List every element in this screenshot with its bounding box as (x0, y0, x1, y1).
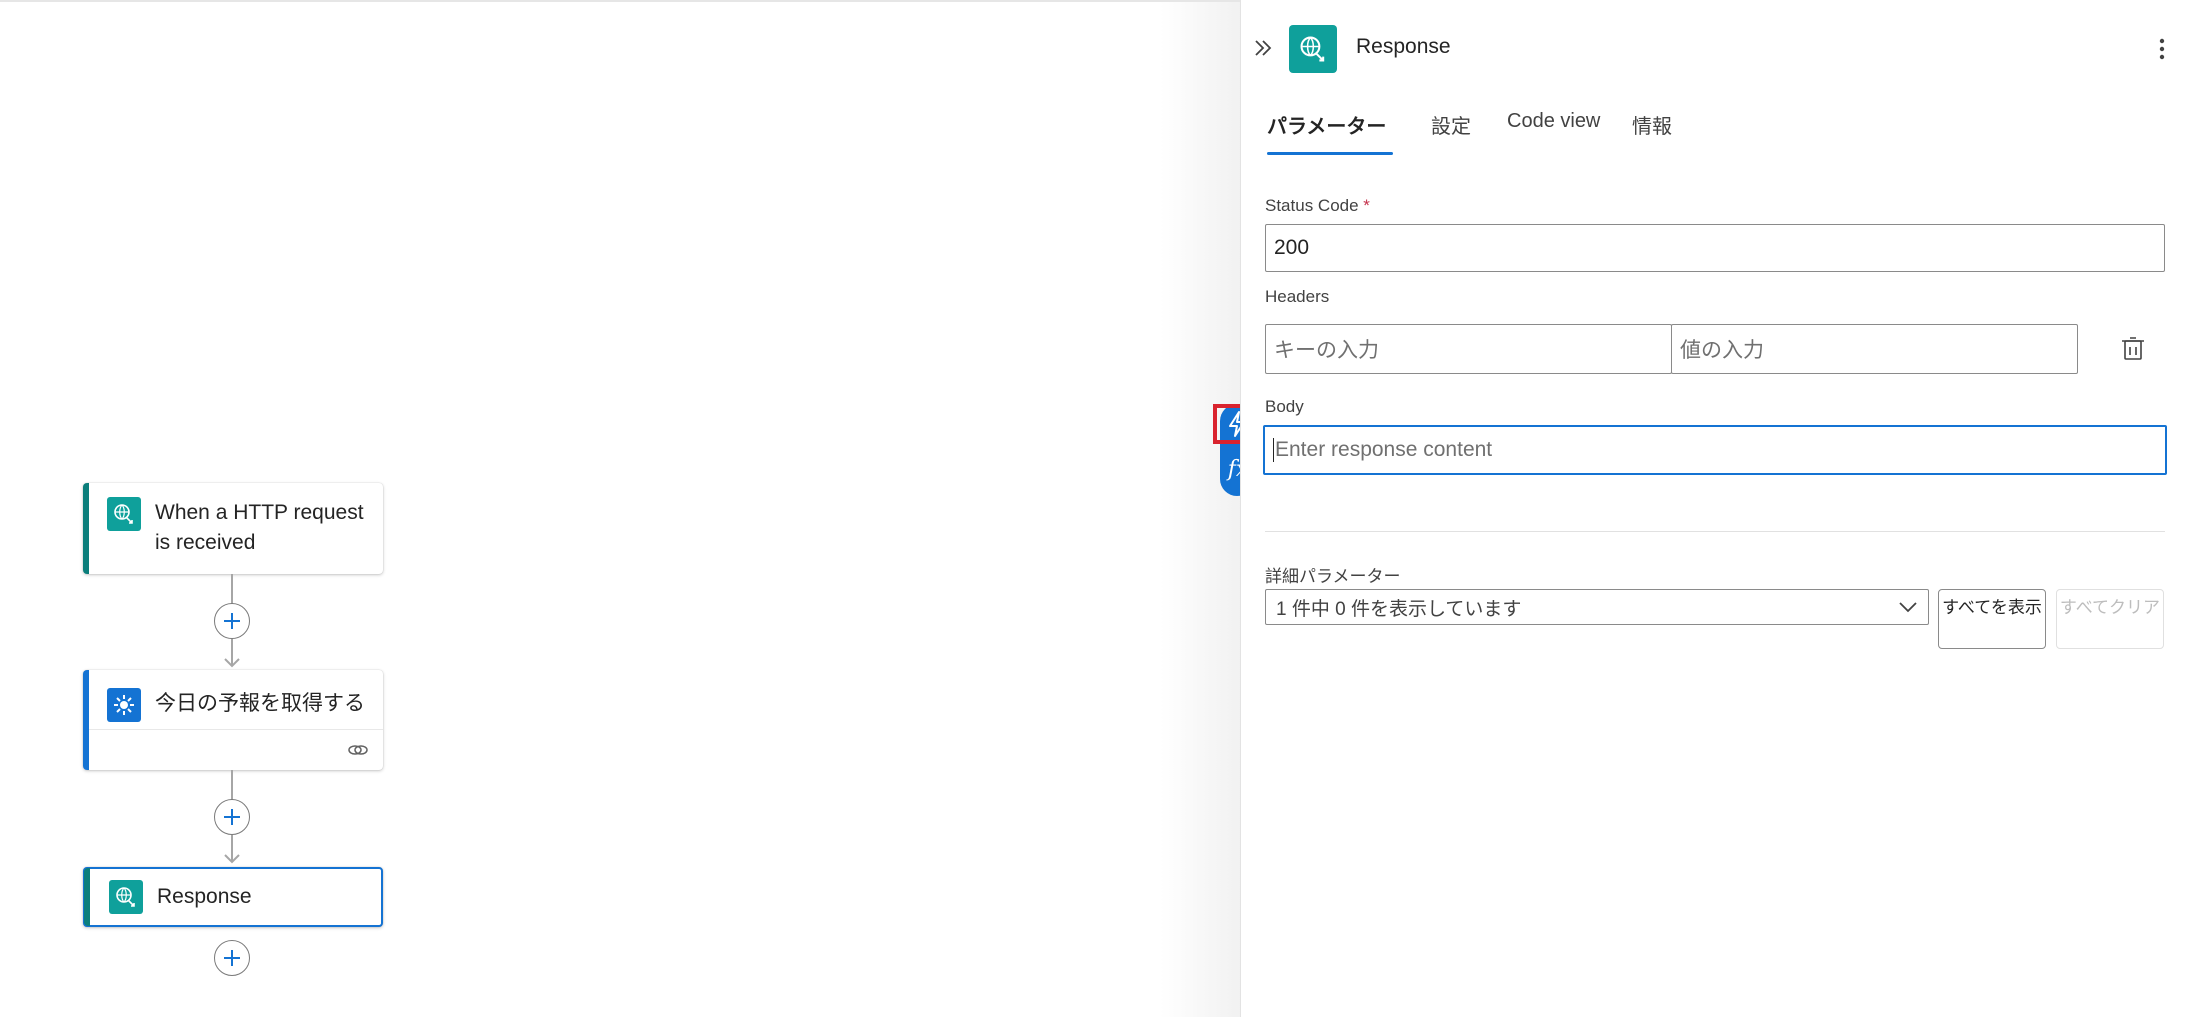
advanced-parameters-value: 1 件中 0 件を表示しています (1276, 598, 1522, 620)
action-node-weather[interactable]: 今日の予報を取得する (83, 670, 383, 770)
status-code-label: Status Code * (1265, 196, 1370, 216)
headers-label: Headers (1265, 287, 1330, 306)
canvas-top-border (0, 0, 1240, 2)
node-accent-bar (84, 868, 90, 926)
required-mark: * (1363, 196, 1370, 215)
tab-parameters[interactable]: パラメーター (1267, 110, 1386, 139)
plus-icon (224, 613, 240, 629)
node-accent-bar (83, 483, 89, 574)
section-divider (1265, 531, 2165, 532)
http-request-icon (107, 497, 141, 531)
arrow-down-icon (224, 658, 240, 668)
arrow-down-icon (224, 854, 240, 864)
body-label: Body (1265, 397, 1304, 416)
chevron-down-icon (1899, 602, 1917, 613)
http-request-icon (109, 880, 143, 914)
add-step-button[interactable] (214, 603, 250, 639)
header-value-input[interactable]: 値の入力 (1671, 324, 2078, 374)
show-all-button[interactable]: すべてを表示 (1938, 589, 2046, 649)
add-step-button[interactable] (214, 940, 250, 976)
advanced-parameters-label: 詳細パラメーター (1265, 567, 1401, 586)
more-options-icon[interactable] (2150, 36, 2174, 62)
body-placeholder: Enter response content (1275, 438, 1493, 461)
tab-about[interactable]: 情報 (1632, 110, 1672, 139)
status-code-label-text: Status Code (1265, 196, 1359, 215)
panel-shadow (1160, 0, 1240, 1017)
tab-code-view[interactable]: Code view (1507, 110, 1600, 133)
node-title: Response (157, 885, 252, 908)
node-title: When a HTTP request is received (155, 501, 364, 554)
collapse-panel-icon[interactable] (1251, 36, 1275, 60)
node-divider (89, 729, 383, 730)
text-caret (1273, 438, 1274, 462)
node-title: 今日の予報を取得する (155, 692, 365, 715)
header-key-input[interactable]: キーの入力 (1265, 324, 1672, 374)
add-step-button[interactable] (214, 799, 250, 835)
body-input[interactable]: Enter response content (1263, 425, 2167, 475)
weather-sun-icon (107, 688, 141, 722)
status-code-input[interactable]: 200 (1265, 224, 2165, 272)
plus-icon (224, 950, 240, 966)
tab-settings[interactable]: 設定 (1431, 110, 1471, 139)
action-node-response[interactable]: Response (83, 867, 383, 927)
active-tab-indicator (1267, 152, 1393, 155)
action-details-panel: Response パラメーター 設定 Code view 情報 Status C… (1240, 0, 2188, 1017)
trigger-node-http-request[interactable]: When a HTTP request is received (83, 483, 383, 574)
header-key-placeholder: キーの入力 (1274, 339, 1379, 362)
http-request-icon (1289, 25, 1337, 73)
panel-title[interactable]: Response (1356, 35, 1451, 59)
connection-link-icon[interactable] (347, 740, 369, 760)
header-value-placeholder: 値の入力 (1680, 339, 1764, 362)
clear-all-button[interactable]: すべてクリア (2056, 589, 2164, 649)
status-code-value: 200 (1274, 236, 1310, 259)
advanced-parameters-dropdown[interactable]: 1 件中 0 件を表示しています (1265, 589, 1929, 625)
node-accent-bar (83, 670, 89, 770)
plus-icon (224, 809, 240, 825)
delete-header-icon[interactable] (2119, 335, 2147, 363)
